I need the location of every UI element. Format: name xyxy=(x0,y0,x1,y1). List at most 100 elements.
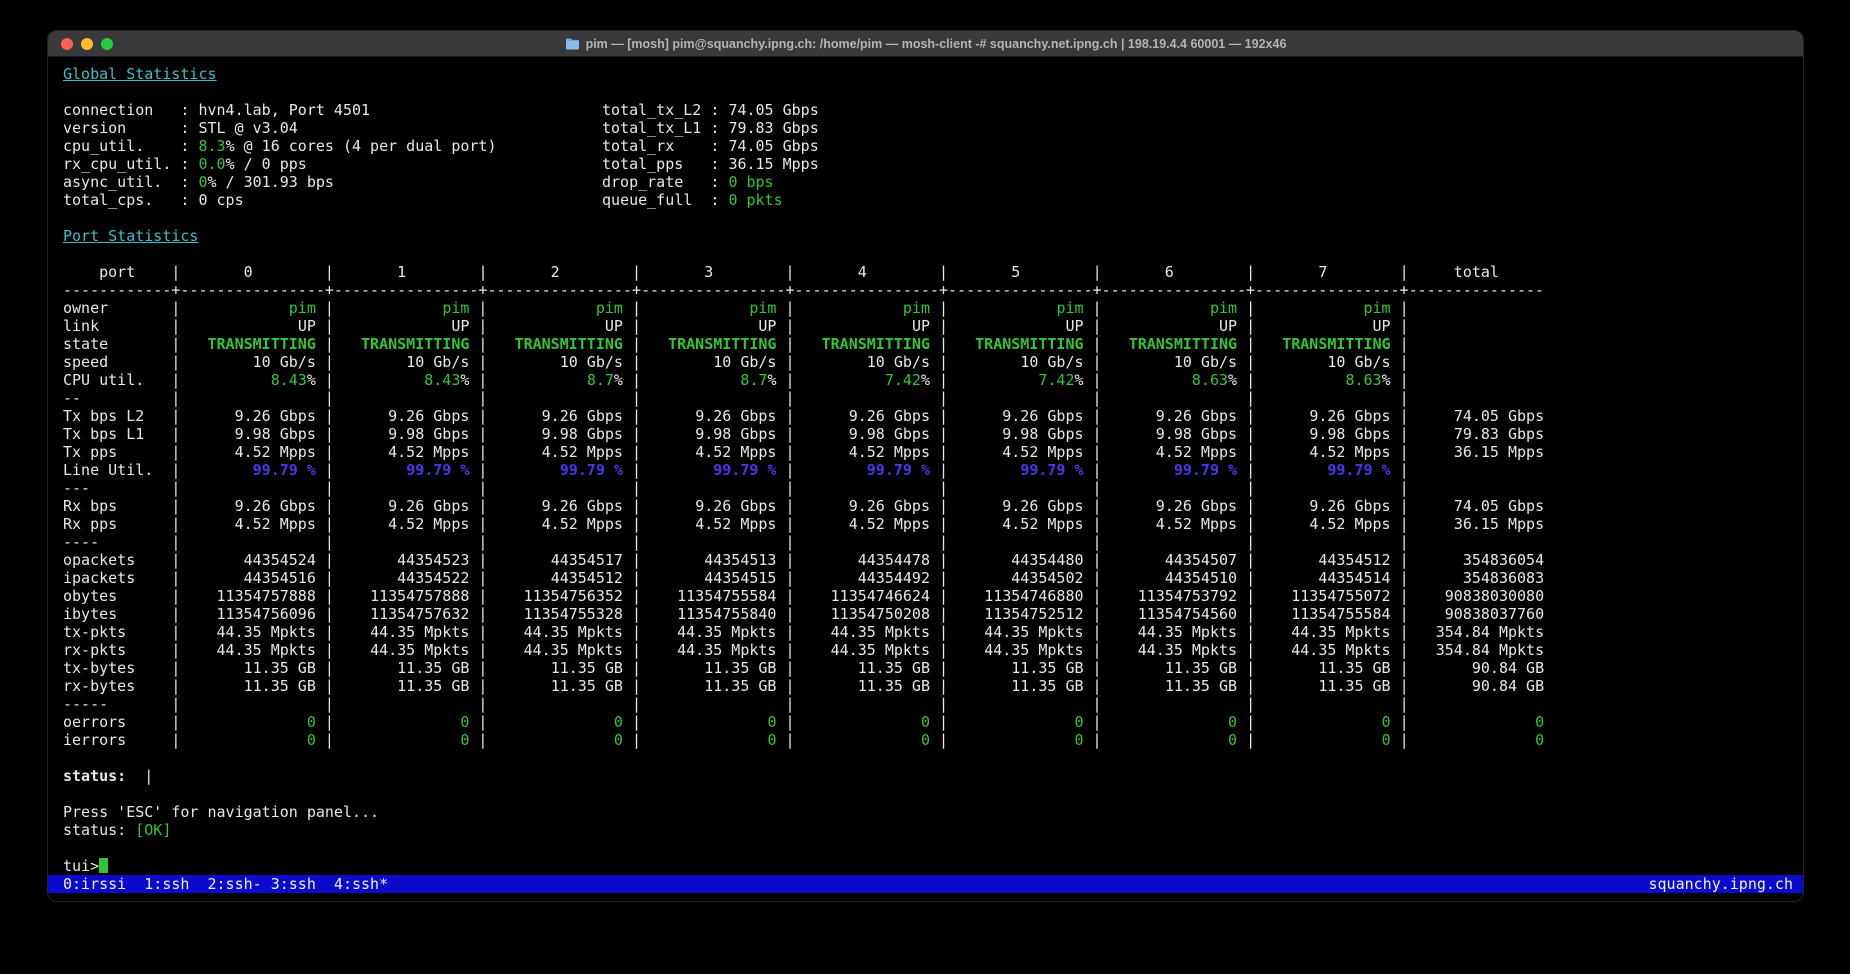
column-separator: | xyxy=(930,299,948,317)
cell-value: 354.84 Mpkts xyxy=(1436,641,1544,659)
empty-cell: | xyxy=(180,533,334,551)
global-stat-value: hvn4.lab, Port 4501 xyxy=(198,101,370,119)
cell-padding xyxy=(1255,641,1291,659)
column-separator: | xyxy=(1084,299,1102,317)
column-separator: | xyxy=(1237,551,1255,569)
column-header: 6 xyxy=(1102,263,1247,281)
row-label: opackets xyxy=(63,551,171,569)
cell-value: 9.26 Gbps xyxy=(542,497,623,515)
cell-padding xyxy=(1255,551,1318,569)
cell-padding xyxy=(180,425,234,443)
cell-value: 354836083 xyxy=(1463,569,1544,587)
column-separator: | xyxy=(930,461,948,479)
status-spinner-line: status: | xyxy=(48,767,1803,785)
column-separator: | xyxy=(469,515,487,533)
row-label: Tx bps L2 xyxy=(63,407,171,425)
cell-padding xyxy=(948,731,1074,749)
cell-padding xyxy=(1409,713,1535,731)
minimize-button[interactable] xyxy=(81,38,93,50)
cell-padding xyxy=(334,497,388,515)
column-separator: | xyxy=(623,623,641,641)
row-label: ----- xyxy=(63,695,171,713)
column-separator: | xyxy=(930,677,948,695)
cell-value: 44.35 Mpkts xyxy=(1291,623,1390,641)
cell-padding xyxy=(948,443,1002,461)
column-separator: | xyxy=(469,497,487,515)
column-separator: | xyxy=(1391,551,1409,569)
column-separator: | xyxy=(325,263,334,281)
cell-padding xyxy=(1255,425,1309,443)
cell-value: 44354517 xyxy=(551,551,623,569)
cell-padding xyxy=(795,353,867,371)
row-label: CPU util. xyxy=(63,371,171,389)
cell-padding xyxy=(487,299,595,317)
cell-padding xyxy=(1102,317,1219,335)
cell-value: pim xyxy=(1364,299,1391,317)
cell-padding xyxy=(180,677,243,695)
cell-value: 9.26 Gbps xyxy=(1002,407,1083,425)
cell-padding xyxy=(180,371,270,389)
empty-cell: | xyxy=(1255,479,1409,497)
cell-value: 10 Gb/s xyxy=(1174,353,1237,371)
cell-padding xyxy=(1255,731,1381,749)
cell-value: TRANSMITTING xyxy=(515,335,623,353)
cell-padding xyxy=(487,425,541,443)
column-separator: | xyxy=(930,335,948,353)
cell-padding xyxy=(487,443,541,461)
cell-padding xyxy=(180,731,306,749)
column-separator: | xyxy=(469,317,487,335)
separator-line: ------------+----------------+----------… xyxy=(63,281,1544,299)
cell-padding xyxy=(948,353,1020,371)
column-header: 1 xyxy=(334,263,479,281)
cell-padding xyxy=(1409,677,1472,695)
zoom-button[interactable] xyxy=(101,38,113,50)
cell-value: 44.35 Mpkts xyxy=(677,623,776,641)
column-separator: | xyxy=(776,641,794,659)
cell-value: 44354512 xyxy=(1318,551,1390,569)
row-label: Rx pps xyxy=(63,515,171,533)
column-separator: | xyxy=(316,299,334,317)
cell-padding xyxy=(1102,551,1165,569)
row-label: rx-pkts xyxy=(63,641,171,659)
cell-padding xyxy=(795,623,831,641)
cell-value: 44354512 xyxy=(551,569,623,587)
global-stat-label: total_tx_L1 : xyxy=(602,119,728,137)
cell-value: 11.35 GB xyxy=(551,659,623,677)
cell-padding xyxy=(948,407,1002,425)
column-header: total xyxy=(1409,263,1544,281)
cell-value: 4.52 Mpps xyxy=(1309,443,1390,461)
global-stat-label: connection : xyxy=(63,101,198,119)
column-separator: | xyxy=(1084,461,1102,479)
column-separator: | xyxy=(930,713,948,731)
column-separator: | xyxy=(1237,641,1255,659)
cell-padding xyxy=(1409,659,1472,677)
column-separator: | xyxy=(316,425,334,443)
cell-padding xyxy=(641,641,677,659)
tmux-window-list: 0:irssi 1:ssh 2:ssh- 3:ssh 4:ssh* xyxy=(63,875,388,893)
column-separator: | xyxy=(930,353,948,371)
cell-padding xyxy=(487,371,586,389)
cell-value: 9.98 Gbps xyxy=(1156,425,1237,443)
global-stat-label: total_rx : xyxy=(602,137,728,155)
empty-cell: | xyxy=(948,533,1102,551)
row-label: ---- xyxy=(63,533,171,551)
empty-cell: | xyxy=(1102,695,1256,713)
cell-value: 99.79 % xyxy=(867,461,930,479)
cell-value: 11354755328 xyxy=(524,605,623,623)
cell-padding xyxy=(487,461,559,479)
cell-value: 8.7 xyxy=(587,371,614,389)
column-separator: | xyxy=(1084,551,1102,569)
prompt-line[interactable]: tui> xyxy=(48,857,1803,875)
cell-padding xyxy=(948,677,1011,695)
column-separator: | xyxy=(1084,659,1102,677)
cell-value: 11354746880 xyxy=(984,587,1083,605)
cell-value: 90.84 GB xyxy=(1472,659,1544,677)
column-separator: | xyxy=(623,587,641,605)
cell-padding xyxy=(795,569,858,587)
close-button[interactable] xyxy=(61,38,73,50)
column-separator: | xyxy=(623,641,641,659)
cell-padding xyxy=(795,659,858,677)
column-separator: | xyxy=(1237,623,1255,641)
cell-value: 0 xyxy=(307,731,316,749)
column-separator: | xyxy=(1391,515,1409,533)
